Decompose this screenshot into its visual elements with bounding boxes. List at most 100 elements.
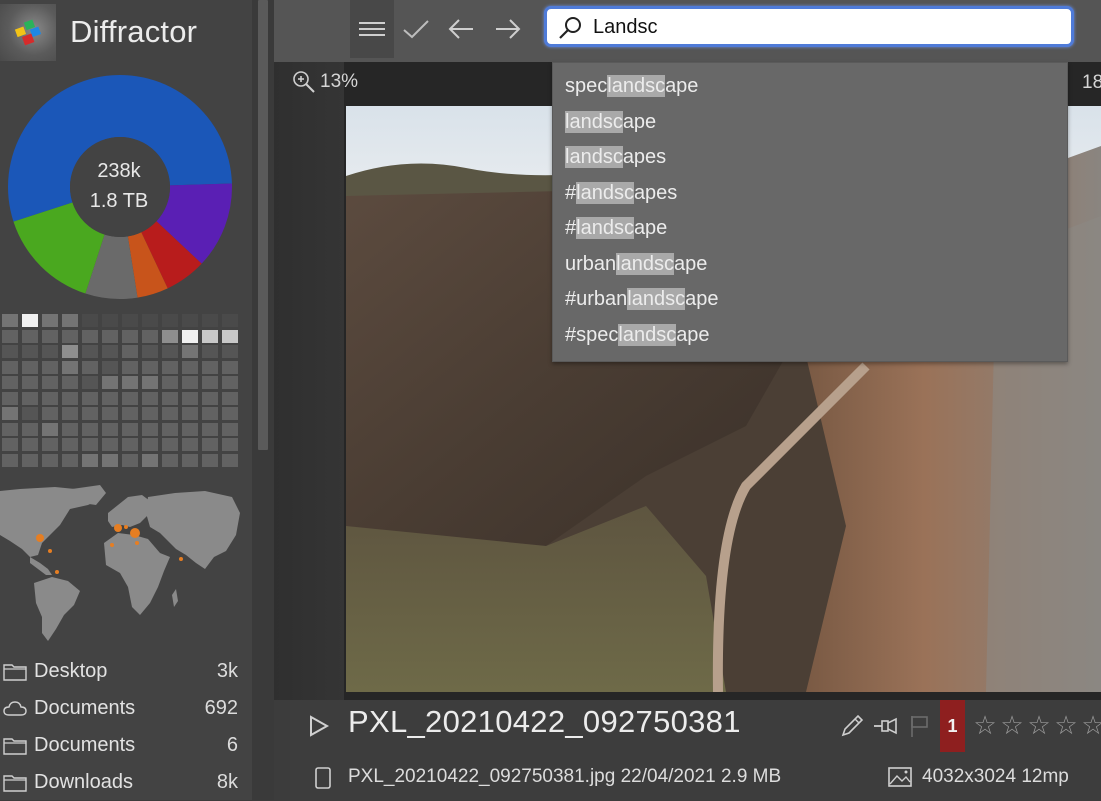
heatmap-cell[interactable] xyxy=(2,407,18,420)
heatmap-cell[interactable] xyxy=(142,407,158,420)
star-icon[interactable]: ☆ xyxy=(972,710,998,740)
heatmap-cell[interactable] xyxy=(202,391,218,405)
heatmap-cell[interactable] xyxy=(122,453,138,467)
heatmap-cell[interactable] xyxy=(22,438,38,451)
menu-button[interactable] xyxy=(350,0,394,58)
heatmap-cell[interactable] xyxy=(202,329,218,343)
heatmap-cell[interactable] xyxy=(42,329,58,343)
heatmap-cell[interactable] xyxy=(182,360,198,374)
heatmap-cell[interactable] xyxy=(2,314,18,327)
heatmap-cell[interactable] xyxy=(82,329,98,343)
heatmap-cell[interactable] xyxy=(22,360,38,374)
heatmap-cell[interactable] xyxy=(222,422,238,436)
heatmap-cell[interactable] xyxy=(222,345,238,358)
heatmap-cell[interactable] xyxy=(202,453,218,467)
heatmap-cell[interactable] xyxy=(62,329,78,343)
heatmap-cell[interactable] xyxy=(102,422,118,436)
heatmap-cell[interactable] xyxy=(182,422,198,436)
heatmap-cell[interactable] xyxy=(102,314,118,327)
heatmap-cell[interactable] xyxy=(182,407,198,420)
heatmap-cell[interactable] xyxy=(2,391,18,405)
star-icon[interactable]: ☆ xyxy=(1053,710,1079,740)
heatmap-cell[interactable] xyxy=(62,407,78,420)
heatmap-cell[interactable] xyxy=(22,345,38,358)
edit-button[interactable] xyxy=(838,712,866,740)
heatmap-cell[interactable] xyxy=(222,407,238,420)
heatmap-cell[interactable] xyxy=(42,453,58,467)
heatmap-cell[interactable] xyxy=(122,329,138,343)
suggestion-item[interactable]: landscapes xyxy=(565,140,666,174)
heatmap-cell[interactable] xyxy=(2,345,18,358)
heatmap-cell[interactable] xyxy=(42,438,58,451)
heatmap-cell[interactable] xyxy=(62,391,78,405)
heatmap-cell[interactable] xyxy=(82,422,98,436)
heatmap-cell[interactable] xyxy=(182,376,198,389)
heatmap-cell[interactable] xyxy=(222,360,238,374)
heatmap-cell[interactable] xyxy=(142,376,158,389)
suggestion-item[interactable]: #speclandscape xyxy=(565,318,710,352)
heatmap-cell[interactable] xyxy=(202,376,218,389)
heatmap-cell[interactable] xyxy=(42,407,58,420)
heatmap-cell[interactable] xyxy=(162,407,178,420)
heatmap-cell[interactable] xyxy=(22,376,38,389)
heatmap-cell[interactable] xyxy=(202,438,218,451)
heatmap-cell[interactable] xyxy=(122,376,138,389)
heatmap-cell[interactable] xyxy=(142,438,158,451)
heatmap-cell[interactable] xyxy=(182,438,198,451)
heatmap-cell[interactable] xyxy=(222,376,238,389)
star-rating[interactable]: ☆ ☆ ☆ ☆ ☆ xyxy=(972,710,1101,740)
heatmap-cell[interactable] xyxy=(2,438,18,451)
heatmap-cell[interactable] xyxy=(162,438,178,451)
zoom-indicator[interactable]: 13% xyxy=(292,70,358,94)
heatmap-cell[interactable] xyxy=(62,314,78,327)
heatmap-cell[interactable] xyxy=(42,376,58,389)
search-input[interactable] xyxy=(593,13,1053,41)
heatmap-cell[interactable] xyxy=(82,360,98,374)
pin-button[interactable] xyxy=(872,712,900,740)
flag-button[interactable] xyxy=(906,712,934,740)
suggestion-item[interactable]: landscape xyxy=(565,105,656,139)
star-icon[interactable]: ☆ xyxy=(1026,710,1052,740)
heatmap-cell[interactable] xyxy=(142,360,158,374)
heatmap-cell[interactable] xyxy=(202,345,218,358)
heatmap-cell[interactable] xyxy=(2,360,18,374)
heatmap-cell[interactable] xyxy=(142,391,158,405)
suggestion-item[interactable]: speclandscape xyxy=(565,69,698,103)
heatmap-cell[interactable] xyxy=(62,453,78,467)
heatmap-cell[interactable] xyxy=(2,329,18,343)
heatmap-cell[interactable] xyxy=(82,391,98,405)
heatmap-cell[interactable] xyxy=(162,314,178,327)
heatmap-cell[interactable] xyxy=(102,345,118,358)
heatmap-cell[interactable] xyxy=(222,329,238,343)
heatmap-cell[interactable] xyxy=(82,376,98,389)
heatmap-cell[interactable] xyxy=(22,407,38,420)
heatmap-cell[interactable] xyxy=(42,345,58,358)
star-icon[interactable]: ☆ xyxy=(1080,710,1101,740)
suggestion-item[interactable]: urbanlandscape xyxy=(565,247,707,281)
heatmap-cell[interactable] xyxy=(82,438,98,451)
heatmap-cell[interactable] xyxy=(162,360,178,374)
heatmap-cell[interactable] xyxy=(22,391,38,405)
heatmap-cell[interactable] xyxy=(102,376,118,389)
heatmap-cell[interactable] xyxy=(162,422,178,436)
heatmap-cell[interactable] xyxy=(62,438,78,451)
heatmap-cell[interactable] xyxy=(122,422,138,436)
heatmap-cell[interactable] xyxy=(182,314,198,327)
heatmap-cell[interactable] xyxy=(22,422,38,436)
heatmap-cell[interactable] xyxy=(42,422,58,436)
heatmap-cell[interactable] xyxy=(162,329,178,343)
heatmap-cell[interactable] xyxy=(182,329,198,343)
heatmap-cell[interactable] xyxy=(222,391,238,405)
heatmap-cell[interactable] xyxy=(62,345,78,358)
heatmap-cell[interactable] xyxy=(82,345,98,358)
heatmap-cell[interactable] xyxy=(102,438,118,451)
heatmap-cell[interactable] xyxy=(102,360,118,374)
world-map[interactable] xyxy=(0,483,242,643)
heatmap-cell[interactable] xyxy=(162,453,178,467)
back-button[interactable] xyxy=(439,0,483,58)
forward-button[interactable] xyxy=(486,0,530,58)
heatmap-cell[interactable] xyxy=(42,360,58,374)
heatmap-cell[interactable] xyxy=(122,314,138,327)
heatmap-cell[interactable] xyxy=(142,422,158,436)
heatmap-cell[interactable] xyxy=(122,345,138,358)
